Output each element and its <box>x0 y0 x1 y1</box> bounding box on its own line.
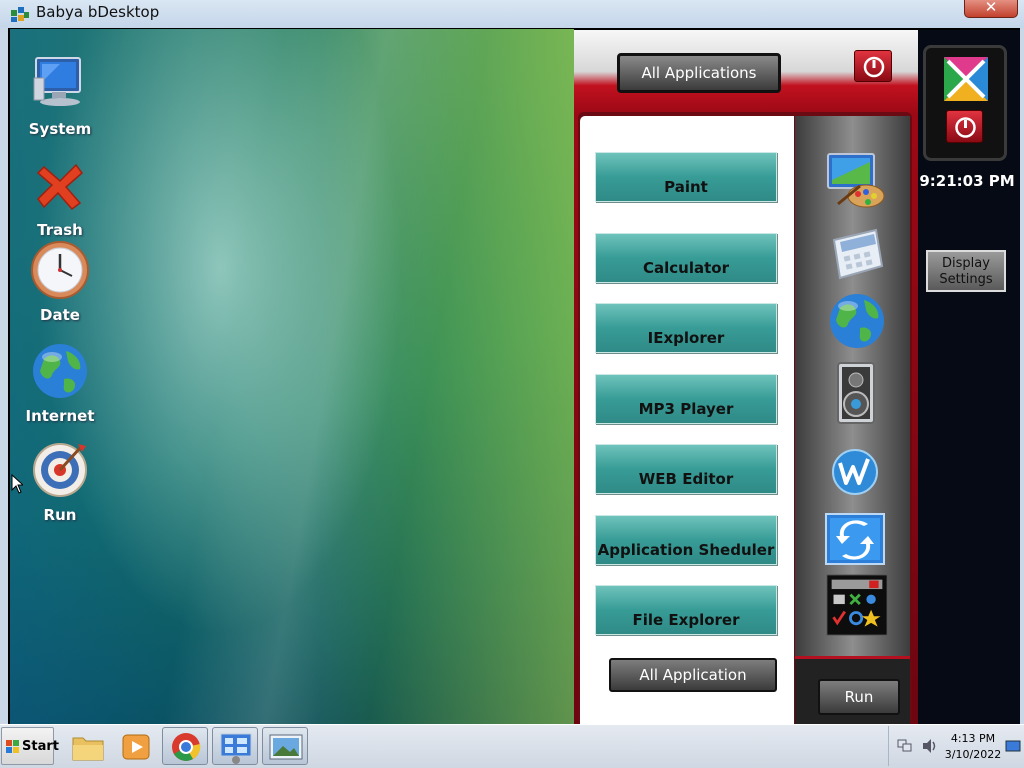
close-button[interactable]: ✕ <box>964 0 1018 18</box>
desktop-icon-label: System <box>28 120 92 138</box>
file-explorer-icon[interactable] <box>826 574 888 636</box>
all-applications-button[interactable]: All Applications <box>617 53 781 93</box>
scheduler-icon[interactable] <box>824 510 886 572</box>
folder-icon <box>72 737 104 761</box>
start-button[interactable]: Start <box>1 727 59 765</box>
target-icon <box>33 443 87 497</box>
desktop-icon-system[interactable]: System <box>10 54 110 138</box>
taskbar-picture-app[interactable] <box>262 727 308 765</box>
desktop-icon-label: Trash <box>37 221 83 239</box>
trash-x-icon <box>36 163 84 211</box>
network-app-icon <box>220 733 252 764</box>
display-settings-button[interactable]: Display Settings <box>926 250 1006 292</box>
web-editor-icon[interactable] <box>826 441 888 503</box>
globe-icon[interactable] <box>826 290 888 352</box>
taskbar-chrome[interactable] <box>162 727 208 765</box>
app-button-web-editor[interactable]: WEB Editor <box>595 444 777 494</box>
desktop-icon-label: Date <box>40 306 80 324</box>
taskbar-network-app[interactable] <box>212 727 258 765</box>
taskbar-folder[interactable] <box>64 727 110 765</box>
calculator-icon[interactable] <box>826 226 888 288</box>
power-icon <box>863 56 885 78</box>
start-label: Start <box>22 739 59 754</box>
windows-flag-icon <box>6 740 19 753</box>
globe-icon <box>33 344 87 398</box>
app-icon <box>11 7 29 22</box>
side-clock: 9:21:03 PM <box>919 172 1015 190</box>
side-power-button[interactable] <box>946 110 983 143</box>
speaker-icon[interactable] <box>826 362 888 424</box>
window-title: Babya bDesktop <box>36 3 160 21</box>
app-button-iexplorer[interactable]: IExplorer <box>595 303 777 353</box>
taskbar-date: 3/10/2022 <box>944 748 1002 761</box>
title-bar[interactable]: Babya bDesktop <box>0 0 1024 28</box>
app-button-file-explorer[interactable]: File Explorer <box>595 585 777 635</box>
power-button[interactable] <box>854 50 892 82</box>
app-button-application-sheduler[interactable]: Application Sheduler <box>595 515 777 565</box>
taskbar-media-player[interactable] <box>112 727 158 765</box>
taskbar-time: 4:13 PM <box>950 732 996 745</box>
desktop-icon-run[interactable]: Run <box>10 440 110 524</box>
bdesktop-logo-icon[interactable] <box>944 57 988 101</box>
chrome-icon <box>172 733 201 761</box>
desktop-icon-trash[interactable]: Trash <box>10 155 110 239</box>
run-button[interactable]: Run <box>818 679 900 715</box>
app-button-mp3-player[interactable]: MP3 Player <box>595 374 777 424</box>
power-icon <box>955 117 976 138</box>
network-tray-icon[interactable] <box>897 738 913 754</box>
media-player-icon <box>122 734 150 760</box>
desktop-icon-label: Internet <box>25 407 95 425</box>
desktop-icon-label: Run <box>43 506 77 524</box>
desktop-icon-date[interactable]: Date <box>10 240 110 324</box>
clock-icon <box>31 241 89 299</box>
mouse-cursor-icon <box>11 474 23 494</box>
paint-palette-icon[interactable] <box>824 150 886 212</box>
app-button-calculator[interactable]: Calculator <box>595 233 777 283</box>
picture-app-icon <box>269 734 303 760</box>
app-button-paint[interactable]: Paint <box>595 152 777 202</box>
desktop-icon-internet[interactable]: Internet <box>10 341 110 425</box>
monitor-icon <box>33 57 81 106</box>
all-application-button[interactable]: All Application <box>609 658 777 692</box>
